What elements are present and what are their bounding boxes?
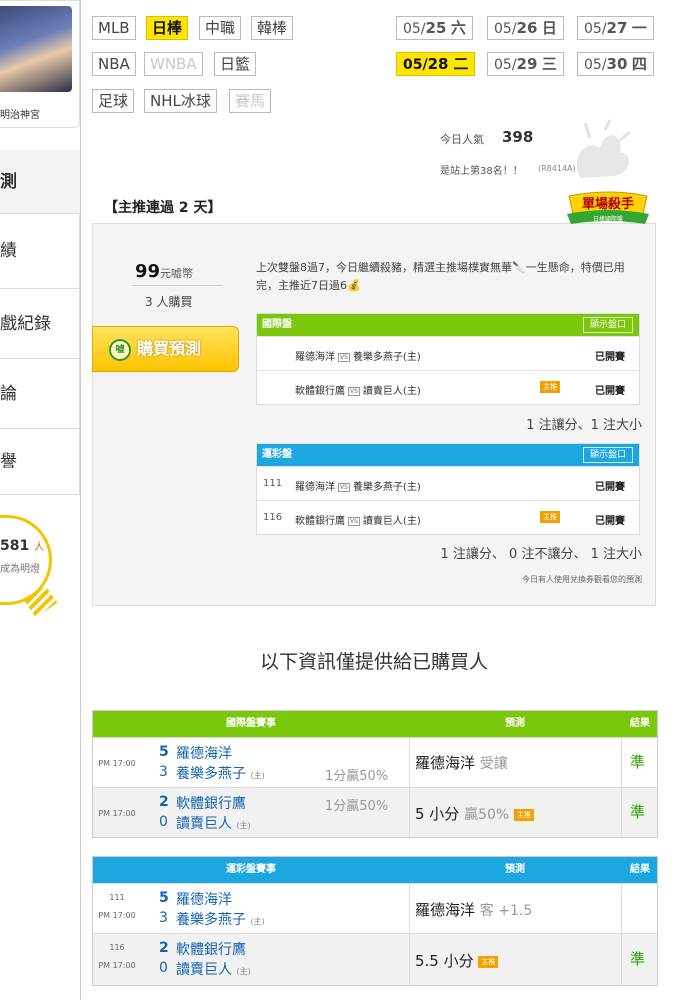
featured-tag: 主推	[540, 381, 560, 393]
svg-text:日棒國際盤: 日棒國際盤	[593, 215, 623, 223]
tab-sport[interactable]: 賽馬	[229, 89, 272, 113]
intl-results-table: 國際盤賽事 預測 結果 PM 17:00 5 3 羅德海洋 養樂多燕子 (主) …	[92, 710, 658, 838]
sidebar-item-records[interactable]: 績	[0, 214, 80, 289]
buy-prediction-button[interactable]: 嘘購買預測	[92, 326, 239, 372]
single-killer-badge-icon: 單場殺手 日棒國際盤	[567, 191, 649, 224]
lottery-summary: 1 注讓分、 0 注不讓分、 1 注大小	[440, 547, 642, 562]
intl-odds-table: 國際盤 顯示盤口 羅德海洋 VS 養樂多燕子(主) 已開賽 軟體銀行鷹 VS 讀賣巨人(…	[256, 313, 640, 405]
status-badge: 已開賽	[595, 482, 625, 493]
tab-sport[interactable]: 日棒	[146, 16, 189, 40]
show-odds-button[interactable]: 顯示盤口	[582, 447, 633, 463]
splash-logo-icon	[576, 119, 631, 178]
analysis-text: 上次雙盤8過7，今日繼續殺豬，精選主推場樸實無華🔪一生懸命，特價已用完，主推近7…	[256, 261, 625, 292]
featured-tag: 主推	[540, 511, 560, 523]
tab-date[interactable]: 05/25 六	[396, 16, 473, 40]
table-row: 羅德海洋 VS 養樂多燕子(主) 已開賽	[257, 336, 639, 370]
sidebar-item-predictions[interactable]: 測	[0, 150, 80, 214]
tab-sport[interactable]: WNBA	[144, 52, 203, 76]
tab-date[interactable]: 05/27 一	[577, 16, 654, 40]
lottery-results-table: 運彩盤賽事 預測 結果 111 PM 17:00 5 3 羅德海洋 養樂多燕子 …	[92, 856, 658, 986]
featured-tag: 主推	[478, 955, 499, 968]
user-name[interactable]: 明治神宮	[0, 106, 40, 121]
bulb-count: 581 人	[0, 538, 45, 554]
tab-sport[interactable]: NBA	[92, 52, 136, 76]
status-badge: 已開賽	[595, 352, 625, 363]
tab-date[interactable]: 05/26 日	[487, 16, 564, 40]
tab-date[interactable]: 05/28 二	[396, 52, 476, 76]
featured-tag: 主推	[514, 808, 534, 821]
table-row: 116 PM 17:00 2 0 軟體銀行鷹 讀賣巨人 (主) 5.5 小分 主…	[93, 933, 657, 985]
rank-code: (R8414A)	[538, 164, 576, 173]
svg-text:單場殺手: 單場殺手	[582, 196, 634, 212]
table-row: 軟體銀行鷹 VS 讀賣巨人(主) 主推 已開賽	[257, 370, 639, 404]
popularity-label: 今日人氣	[440, 133, 484, 146]
tab-sport[interactable]: 韓棒	[251, 16, 294, 40]
popularity-value: 398	[502, 128, 534, 146]
results-header: 國際盤賽事 預測 結果	[93, 711, 657, 737]
tab-sport[interactable]: 足球	[92, 89, 135, 113]
buyer-count: 3 人購買	[145, 295, 193, 309]
table-row: PM 17:00 2 0 軟體銀行鷹 讀賣巨人 (主) 1分贏50% 5 小分 …	[93, 787, 657, 837]
table-row: 111 羅德海洋 VS 養樂多燕子(主) 已開賽	[257, 466, 639, 500]
sidebar-item-game-history[interactable]: 戲紀錄	[0, 289, 80, 359]
status-badge: 已開賽	[595, 516, 625, 527]
tab-sport[interactable]: 日籃	[214, 52, 257, 76]
avatar[interactable]	[0, 6, 72, 92]
table-row: 111 PM 17:00 5 3 羅德海洋 養樂多燕子 (主) 羅德海洋 客 +…	[93, 883, 657, 933]
status-badge: 已開賽	[595, 386, 625, 397]
coin-icon: 嘘	[109, 338, 131, 361]
tab-sport[interactable]: NHL冰球	[144, 89, 217, 113]
show-odds-button[interactable]: 顯示盤口	[582, 317, 633, 333]
tab-sport[interactable]: 中職	[199, 16, 242, 40]
table-row: 116 軟體銀行鷹 VS 讀賣巨人(主) 主推 已開賽	[257, 500, 639, 534]
lottery-table-header: 運彩盤 顯示盤口	[257, 444, 639, 466]
bulb-caption: 成為明燈	[0, 564, 40, 575]
result-mark: 準	[629, 753, 645, 771]
buyers-only-notice: 以下資訊僅提供給已購買人	[259, 651, 488, 673]
sidebar-item-comments[interactable]: 論	[0, 359, 80, 429]
sidebar-item-honors[interactable]: 譽	[0, 429, 80, 495]
tab-date[interactable]: 05/29 三	[487, 52, 564, 76]
result-mark: 準	[629, 803, 645, 821]
lottery-odds-table: 運彩盤 顯示盤口 111 羅德海洋 VS 養樂多燕子(主) 已開賽 116 軟體銀行…	[256, 443, 640, 535]
voucher-note: 今日有人使用兌換券觀看您的預測	[522, 575, 642, 584]
price-divider	[132, 285, 222, 286]
result-mark: 準	[629, 950, 645, 968]
tab-sport[interactable]: MLB	[92, 16, 136, 40]
results-header: 運彩盤賽事 預測 結果	[93, 857, 657, 883]
intl-table-header: 國際盤 顯示盤口	[257, 314, 639, 336]
sidebar-menu: 測 績 戲紀錄 論 譽	[0, 150, 80, 495]
table-row: PM 17:00 5 3 羅德海洋 養樂多燕子 (主) 1分贏50% 羅德海洋 …	[93, 737, 657, 787]
price: 99元嘘幣	[135, 261, 194, 282]
intl-summary: 1 注讓分、1 注大小	[526, 418, 642, 433]
tab-date[interactable]: 05/30 四	[577, 52, 654, 76]
card-title: 【主推連過 2 天】	[104, 200, 222, 216]
rank-text: 是站上第38名！！	[440, 166, 523, 177]
